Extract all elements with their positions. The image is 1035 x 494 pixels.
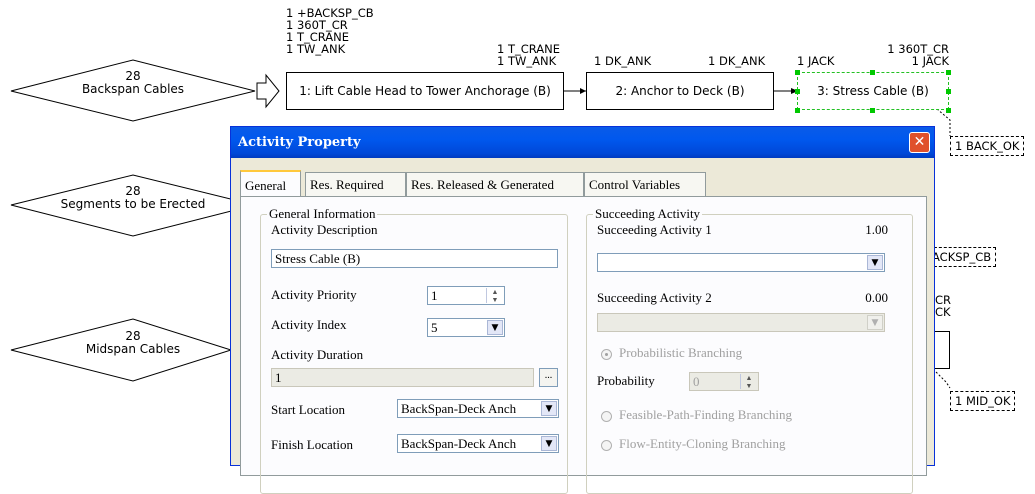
activity-label: 3: Stress Cable (B)	[817, 84, 929, 98]
generated-mid-ok[interactable]: 1 MID_OK	[950, 391, 1016, 411]
flow-arrow-shape	[256, 73, 280, 109]
resource-label: 1 JACK	[911, 54, 949, 68]
queue-label: Segments to be Erected	[60, 197, 206, 211]
resource-label-jack: 1 JACK	[797, 54, 835, 68]
flow-entity-cloning-label: Flow-Entity-Cloning Branching	[619, 436, 786, 451]
tab-res-required[interactable]: Res. Required	[305, 172, 406, 196]
selection-handle[interactable]	[795, 108, 800, 113]
resource-stack-right: 1 360T_CR 1 JACK	[879, 43, 949, 67]
probability-value: 0	[693, 374, 700, 389]
succeeding-activity-1-label: Succeeding Activity 1	[597, 222, 712, 237]
group-title: General Information	[267, 206, 378, 222]
resource-stack-left: 1 +BACKSP_CB 1 360T_CR 1 T_CRANE 1 TW_AN…	[286, 7, 374, 55]
close-button[interactable]: ✕	[909, 132, 930, 153]
selection-handle[interactable]	[870, 108, 875, 113]
queue-segments[interactable]: 28 Segments to be Erected	[40, 185, 226, 211]
chevron-down-icon[interactable]: ▼	[867, 255, 883, 270]
index-value: 5	[431, 320, 438, 335]
activity-index-select[interactable]: 5 ▼	[427, 318, 505, 337]
start-location-label: Start Location	[271, 402, 346, 417]
succeeding-activity-1-select[interactable]: ▼	[597, 253, 885, 272]
resource-label: 1 TW_ANK	[497, 54, 557, 68]
priority-value: 1	[431, 288, 438, 303]
tab-control-variables[interactable]: Control Variables	[584, 172, 706, 196]
activity-index-label: Activity Index	[271, 317, 347, 332]
queue-midspan[interactable]: 28 Midspan Cables	[60, 330, 206, 356]
resource-label: 1 TW_ANK	[286, 42, 346, 56]
selection-handle[interactable]	[946, 70, 951, 75]
activity-label: 1: Lift Cable Head to Tower Anchorage (B…	[299, 84, 551, 98]
queue-label: Midspan Cables	[85, 342, 181, 356]
queue-backspan[interactable]: 28 Backspan Cables	[60, 70, 206, 96]
probability-label: Probability	[597, 373, 655, 388]
spin-down-icon[interactable]: ▼	[487, 296, 503, 304]
finish-location-value: BackSpan-Deck Anch	[401, 436, 517, 451]
spin-up-icon[interactable]: ▲	[741, 374, 757, 382]
probabilistic-branching-radio[interactable]	[601, 349, 612, 360]
duration-browse-button[interactable]: ...	[539, 368, 558, 387]
selection-handle[interactable]	[795, 70, 800, 75]
chevron-down-icon[interactable]: ▼	[541, 436, 557, 451]
selection-handle[interactable]	[795, 89, 800, 94]
selection-handle[interactable]	[946, 108, 951, 113]
tab-general[interactable]: General	[240, 170, 301, 197]
tab-panel-general: General Information Activity Description…	[240, 196, 927, 494]
activity-property-dialog: Activity Property ✕ General Res. Require…	[230, 126, 935, 494]
activity-duration-label: Activity Duration	[271, 347, 364, 362]
chevron-down-icon[interactable]: ▼	[487, 320, 503, 335]
resource-label-partial-ck: CK	[935, 305, 951, 319]
dialog-titlebar[interactable]: Activity Property ✕	[231, 127, 934, 158]
activity-description-label: Activity Description	[271, 222, 378, 237]
activity-priority-label: Activity Priority	[271, 287, 357, 302]
activity-box-3-selected[interactable]: 3: Stress Cable (B)	[797, 72, 949, 110]
selection-handle[interactable]	[946, 89, 951, 94]
activity-label: 2: Anchor to Deck (B)	[615, 84, 745, 98]
start-location-value: BackSpan-Deck Anch	[401, 401, 517, 416]
finish-location-select[interactable]: BackSpan-Deck Anch ▼	[397, 434, 559, 453]
chevron-down-icon[interactable]: ▼	[541, 401, 557, 416]
activity-description-input[interactable]: Stress Cable (B)	[271, 249, 558, 268]
close-icon: ✕	[913, 134, 926, 150]
group-succeeding-activity: Succeeding Activity Succeeding Activity …	[586, 206, 913, 494]
resource-stack-link1: 1 T_CRANE 1 TW_ANK	[497, 43, 560, 67]
group-general-information: General Information Activity Description…	[260, 206, 568, 494]
generated-back-ok[interactable]: 1 BACK_OK	[950, 136, 1025, 156]
resource-label-dk-left: 1 DK_ANK	[594, 54, 652, 68]
feasible-path-branching-label: Feasible-Path-Finding Branching	[619, 407, 792, 422]
finish-location-label: Finish Location	[271, 437, 353, 452]
flow-entity-cloning-radio[interactable]	[601, 440, 612, 451]
dialog-title: Activity Property	[238, 135, 361, 150]
feasible-path-branching-radio[interactable]	[601, 411, 612, 422]
link-to-back-ok	[936, 108, 951, 136]
probability-stepper[interactable]: 0 ▲ ▼	[689, 372, 759, 391]
spin-down-icon[interactable]: ▼	[741, 382, 757, 390]
activity-box-2[interactable]: 2: Anchor to Deck (B)	[586, 72, 774, 110]
activity-priority-stepper[interactable]: 1 ▲ ▼	[427, 286, 505, 305]
succeeding-activity-2-label: Succeeding Activity 2	[597, 290, 712, 305]
selection-handle[interactable]	[870, 70, 875, 75]
spin-buttons[interactable]: ▲ ▼	[740, 374, 757, 389]
group-title: Succeeding Activity	[593, 206, 703, 222]
chevron-down-icon[interactable]: ▼	[867, 315, 883, 330]
generated-backsp-cb[interactable]: ACKSP_CB	[929, 247, 997, 267]
tab-res-released[interactable]: Res. Released & Generated	[406, 172, 584, 196]
link-to-mid-ok	[935, 371, 951, 389]
queue-label: Backspan Cables	[81, 82, 185, 96]
resource-label-dk-right: 1 DK_ANK	[708, 54, 766, 68]
start-location-select[interactable]: BackSpan-Deck Anch ▼	[397, 399, 559, 418]
spin-buttons[interactable]: ▲ ▼	[486, 288, 503, 303]
activity-duration-input[interactable]: 1	[271, 368, 534, 387]
spin-up-icon[interactable]: ▲	[487, 288, 503, 296]
activity-box-1[interactable]: 1: Lift Cable Head to Tower Anchorage (B…	[286, 72, 564, 110]
succeeding-activity-1-probability: 1.00	[865, 222, 888, 237]
succeeding-activity-2-probability: 0.00	[865, 290, 888, 305]
probabilistic-branching-label: Probabilistic Branching	[619, 345, 743, 360]
succeeding-activity-2-select[interactable]: ▼	[597, 313, 885, 332]
